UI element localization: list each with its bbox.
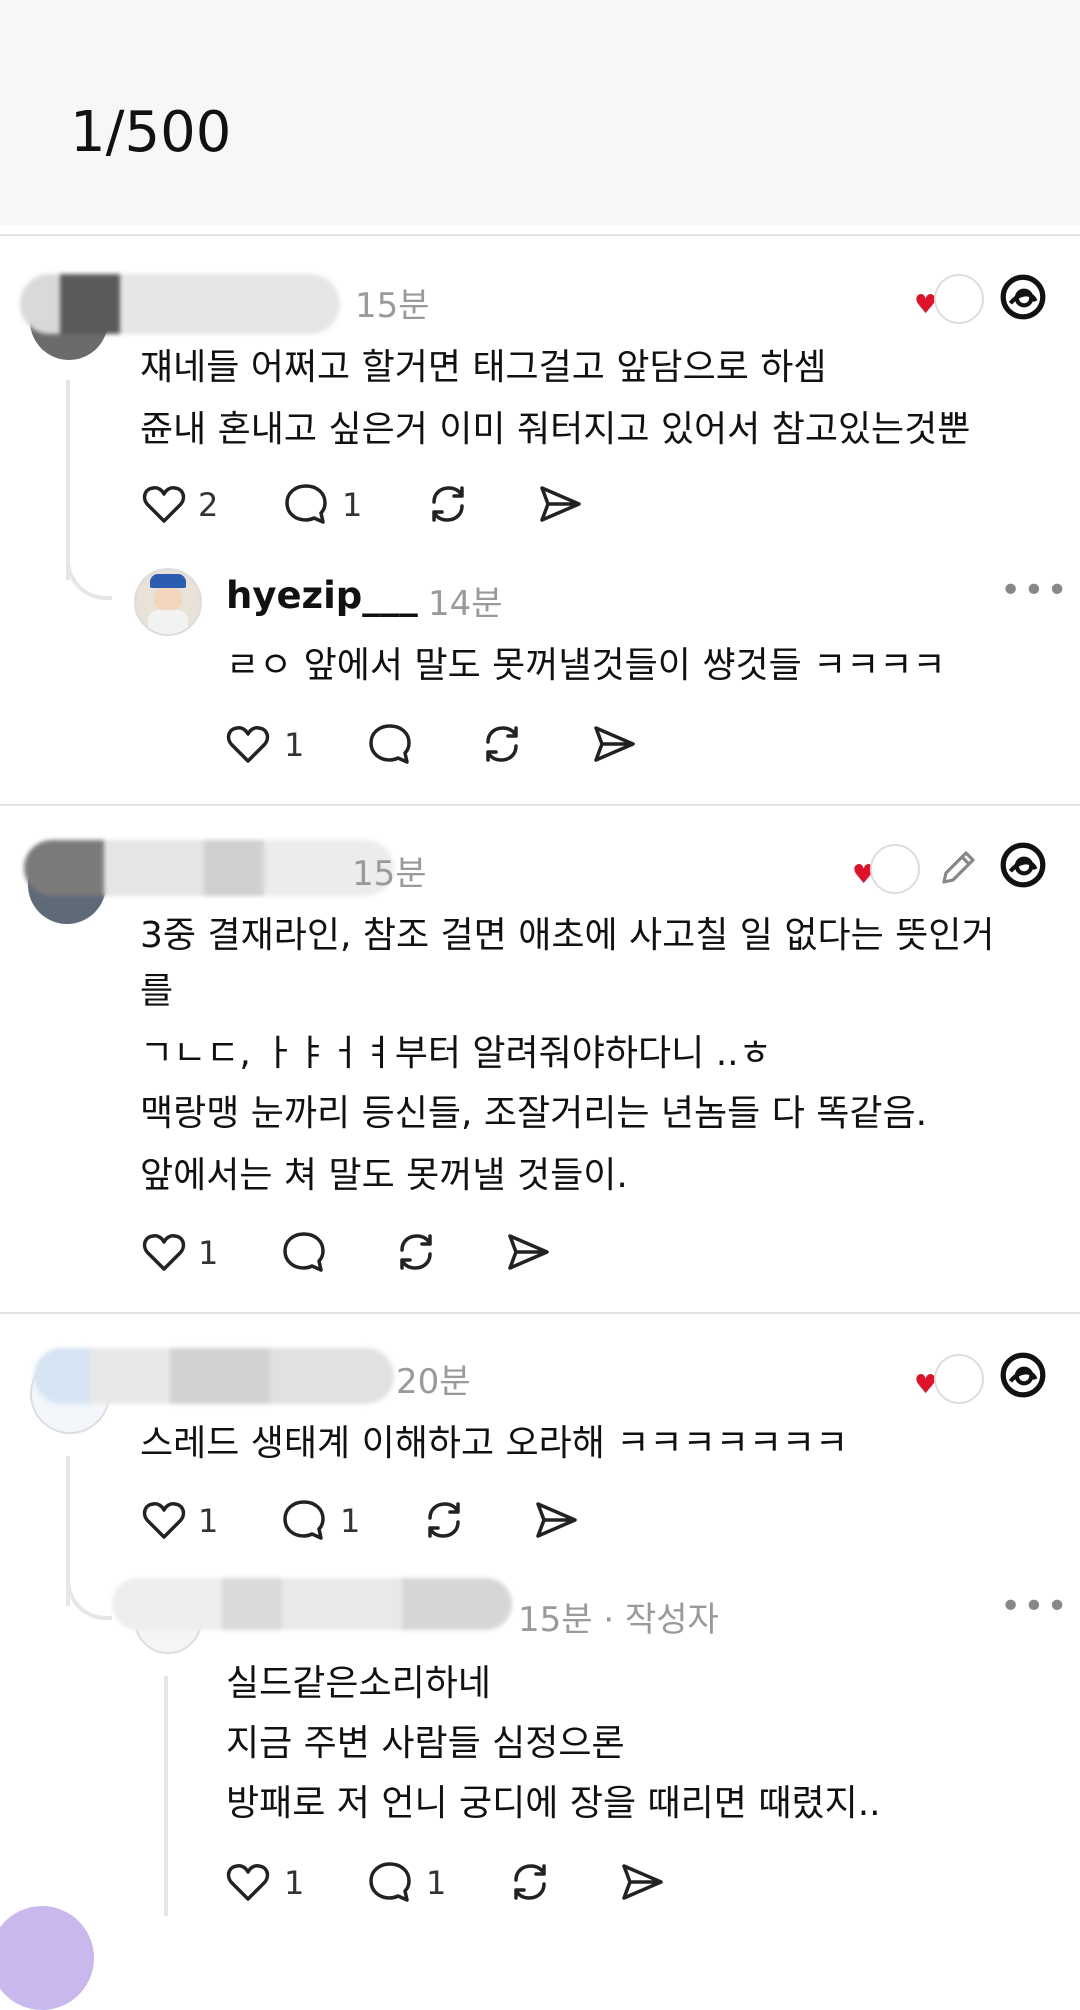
reply-time: 14분 xyxy=(428,584,503,624)
profile-badge-icon[interactable] xyxy=(934,1354,984,1404)
threads-logo-icon[interactable] xyxy=(998,272,1048,322)
post-text-line: 스레드 생태계 이해하고 오라해 ㅋㅋㅋㅋㅋㅋㅋ xyxy=(140,1423,849,1464)
share-icon xyxy=(594,726,635,762)
comment-icon xyxy=(283,1232,325,1272)
repost-button[interactable] xyxy=(420,1496,468,1544)
like-count: 1 xyxy=(284,726,305,764)
reply-button[interactable] xyxy=(282,480,330,528)
share-icon xyxy=(622,1864,663,1900)
divider xyxy=(0,804,1080,806)
like-count: 1 xyxy=(284,1864,305,1902)
repost-icon xyxy=(400,1234,432,1270)
share-button[interactable] xyxy=(590,720,638,768)
reply-button[interactable] xyxy=(366,1858,414,1906)
like-button[interactable] xyxy=(224,1858,272,1906)
comment-icon xyxy=(285,484,327,524)
reply-count: 1 xyxy=(340,1502,361,1540)
reply-button[interactable] xyxy=(280,1228,328,1276)
share-icon xyxy=(540,486,581,522)
more-icon[interactable]: ••• xyxy=(1000,1586,1070,1627)
comment-icon xyxy=(369,724,411,764)
floating-compose-button[interactable] xyxy=(0,1906,94,2010)
share-button[interactable] xyxy=(504,1228,552,1276)
divider xyxy=(0,234,1080,236)
post-text-line: 쟤네들 어쩌고 할거면 태그걸고 앞담으로 하셈 xyxy=(140,347,827,388)
threads-logo-icon[interactable] xyxy=(998,840,1048,890)
repost-button[interactable] xyxy=(392,1228,440,1276)
divider xyxy=(0,1312,1080,1314)
post-time: 15분 xyxy=(355,286,430,326)
reply-text-line: ㄹㅇ 앞에서 말도 못꺼낼것들이 썅것들 ㅋㅋㅋㅋ xyxy=(226,645,946,686)
redacted-username xyxy=(20,274,340,334)
share-button[interactable] xyxy=(618,1858,666,1906)
post-text-line: 를 xyxy=(140,971,174,1012)
repost-icon xyxy=(428,1502,460,1538)
reply-text-line: 실드같은소리하네 xyxy=(226,1663,491,1704)
comment-icon xyxy=(283,1500,325,1540)
like-count: 1 xyxy=(198,1502,219,1540)
post-text-line: 쥰내 혼내고 싶은거 이미 줘터지고 있어서 참고있는것뿐 xyxy=(140,409,971,450)
comment-icon xyxy=(369,1862,411,1902)
post-time: 15분 xyxy=(352,854,427,894)
share-icon xyxy=(508,1234,549,1270)
like-count: 2 xyxy=(198,486,219,524)
page-counter: 1/500 xyxy=(70,100,232,165)
heart-icon xyxy=(226,726,270,763)
reply-text-line: 지금 주변 사람들 심정으론 xyxy=(226,1723,625,1764)
post-text-line: 3중 결재라인, 참조 걸면 애초에 사고칠 일 없다는 뜻인거 xyxy=(140,915,995,956)
post-text-line: 맥랑맹 눈까리 등신들, 조잘거리는 년놈들 다 똑같음. xyxy=(140,1093,928,1134)
reply-count: 1 xyxy=(342,486,363,524)
like-button[interactable] xyxy=(140,1496,188,1544)
like-count: 1 xyxy=(198,1234,219,1272)
reply-button[interactable] xyxy=(366,720,414,768)
profile-badge-icon[interactable] xyxy=(934,274,984,324)
reply-count: 1 xyxy=(426,1864,447,1902)
threads-logo-icon[interactable] xyxy=(998,1350,1048,1400)
repost-icon xyxy=(486,726,518,762)
more-icon[interactable]: ••• xyxy=(1000,570,1070,611)
post-text-line: ㄱㄴㄷ, ㅏㅑㅓㅕ부터 알려줘야하다니 ..ㅎ xyxy=(140,1033,772,1074)
thread-line xyxy=(164,1676,168,1916)
post-text-line: 앞에서는 쳐 말도 못꺼낼 것들이. xyxy=(140,1155,628,1196)
reply-time: 15분 · 작성자 xyxy=(518,1600,719,1640)
thread-connector xyxy=(66,540,112,600)
like-button[interactable] xyxy=(140,480,188,528)
avatar[interactable] xyxy=(134,568,202,636)
heart-icon xyxy=(226,1864,270,1901)
heart-icon xyxy=(142,1502,186,1539)
thread-connector xyxy=(66,1560,112,1620)
share-icon xyxy=(536,1502,577,1538)
redacted-username xyxy=(24,840,394,896)
share-button[interactable] xyxy=(536,480,584,528)
repost-button[interactable] xyxy=(478,720,526,768)
repost-button[interactable] xyxy=(424,480,472,528)
redacted-username xyxy=(112,1578,512,1630)
repost-icon xyxy=(514,1864,546,1900)
redacted-username xyxy=(34,1348,394,1404)
heart-icon xyxy=(142,1234,186,1271)
pencil-icon[interactable] xyxy=(934,844,982,892)
top-bar: 1/500 xyxy=(0,0,1080,225)
repost-icon xyxy=(432,486,464,522)
like-button[interactable] xyxy=(140,1228,188,1276)
reply-button[interactable] xyxy=(280,1496,328,1544)
profile-badge-icon[interactable] xyxy=(870,844,920,894)
share-button[interactable] xyxy=(532,1496,580,1544)
post-time: 20분 xyxy=(396,1362,471,1402)
reply-username[interactable]: hyezip___ xyxy=(226,574,418,617)
like-button[interactable] xyxy=(224,720,272,768)
heart-icon xyxy=(142,486,186,523)
reply-text-line: 방패로 저 언니 궁디에 장을 때리면 때렸지.. xyxy=(226,1783,881,1824)
repost-button[interactable] xyxy=(506,1858,554,1906)
